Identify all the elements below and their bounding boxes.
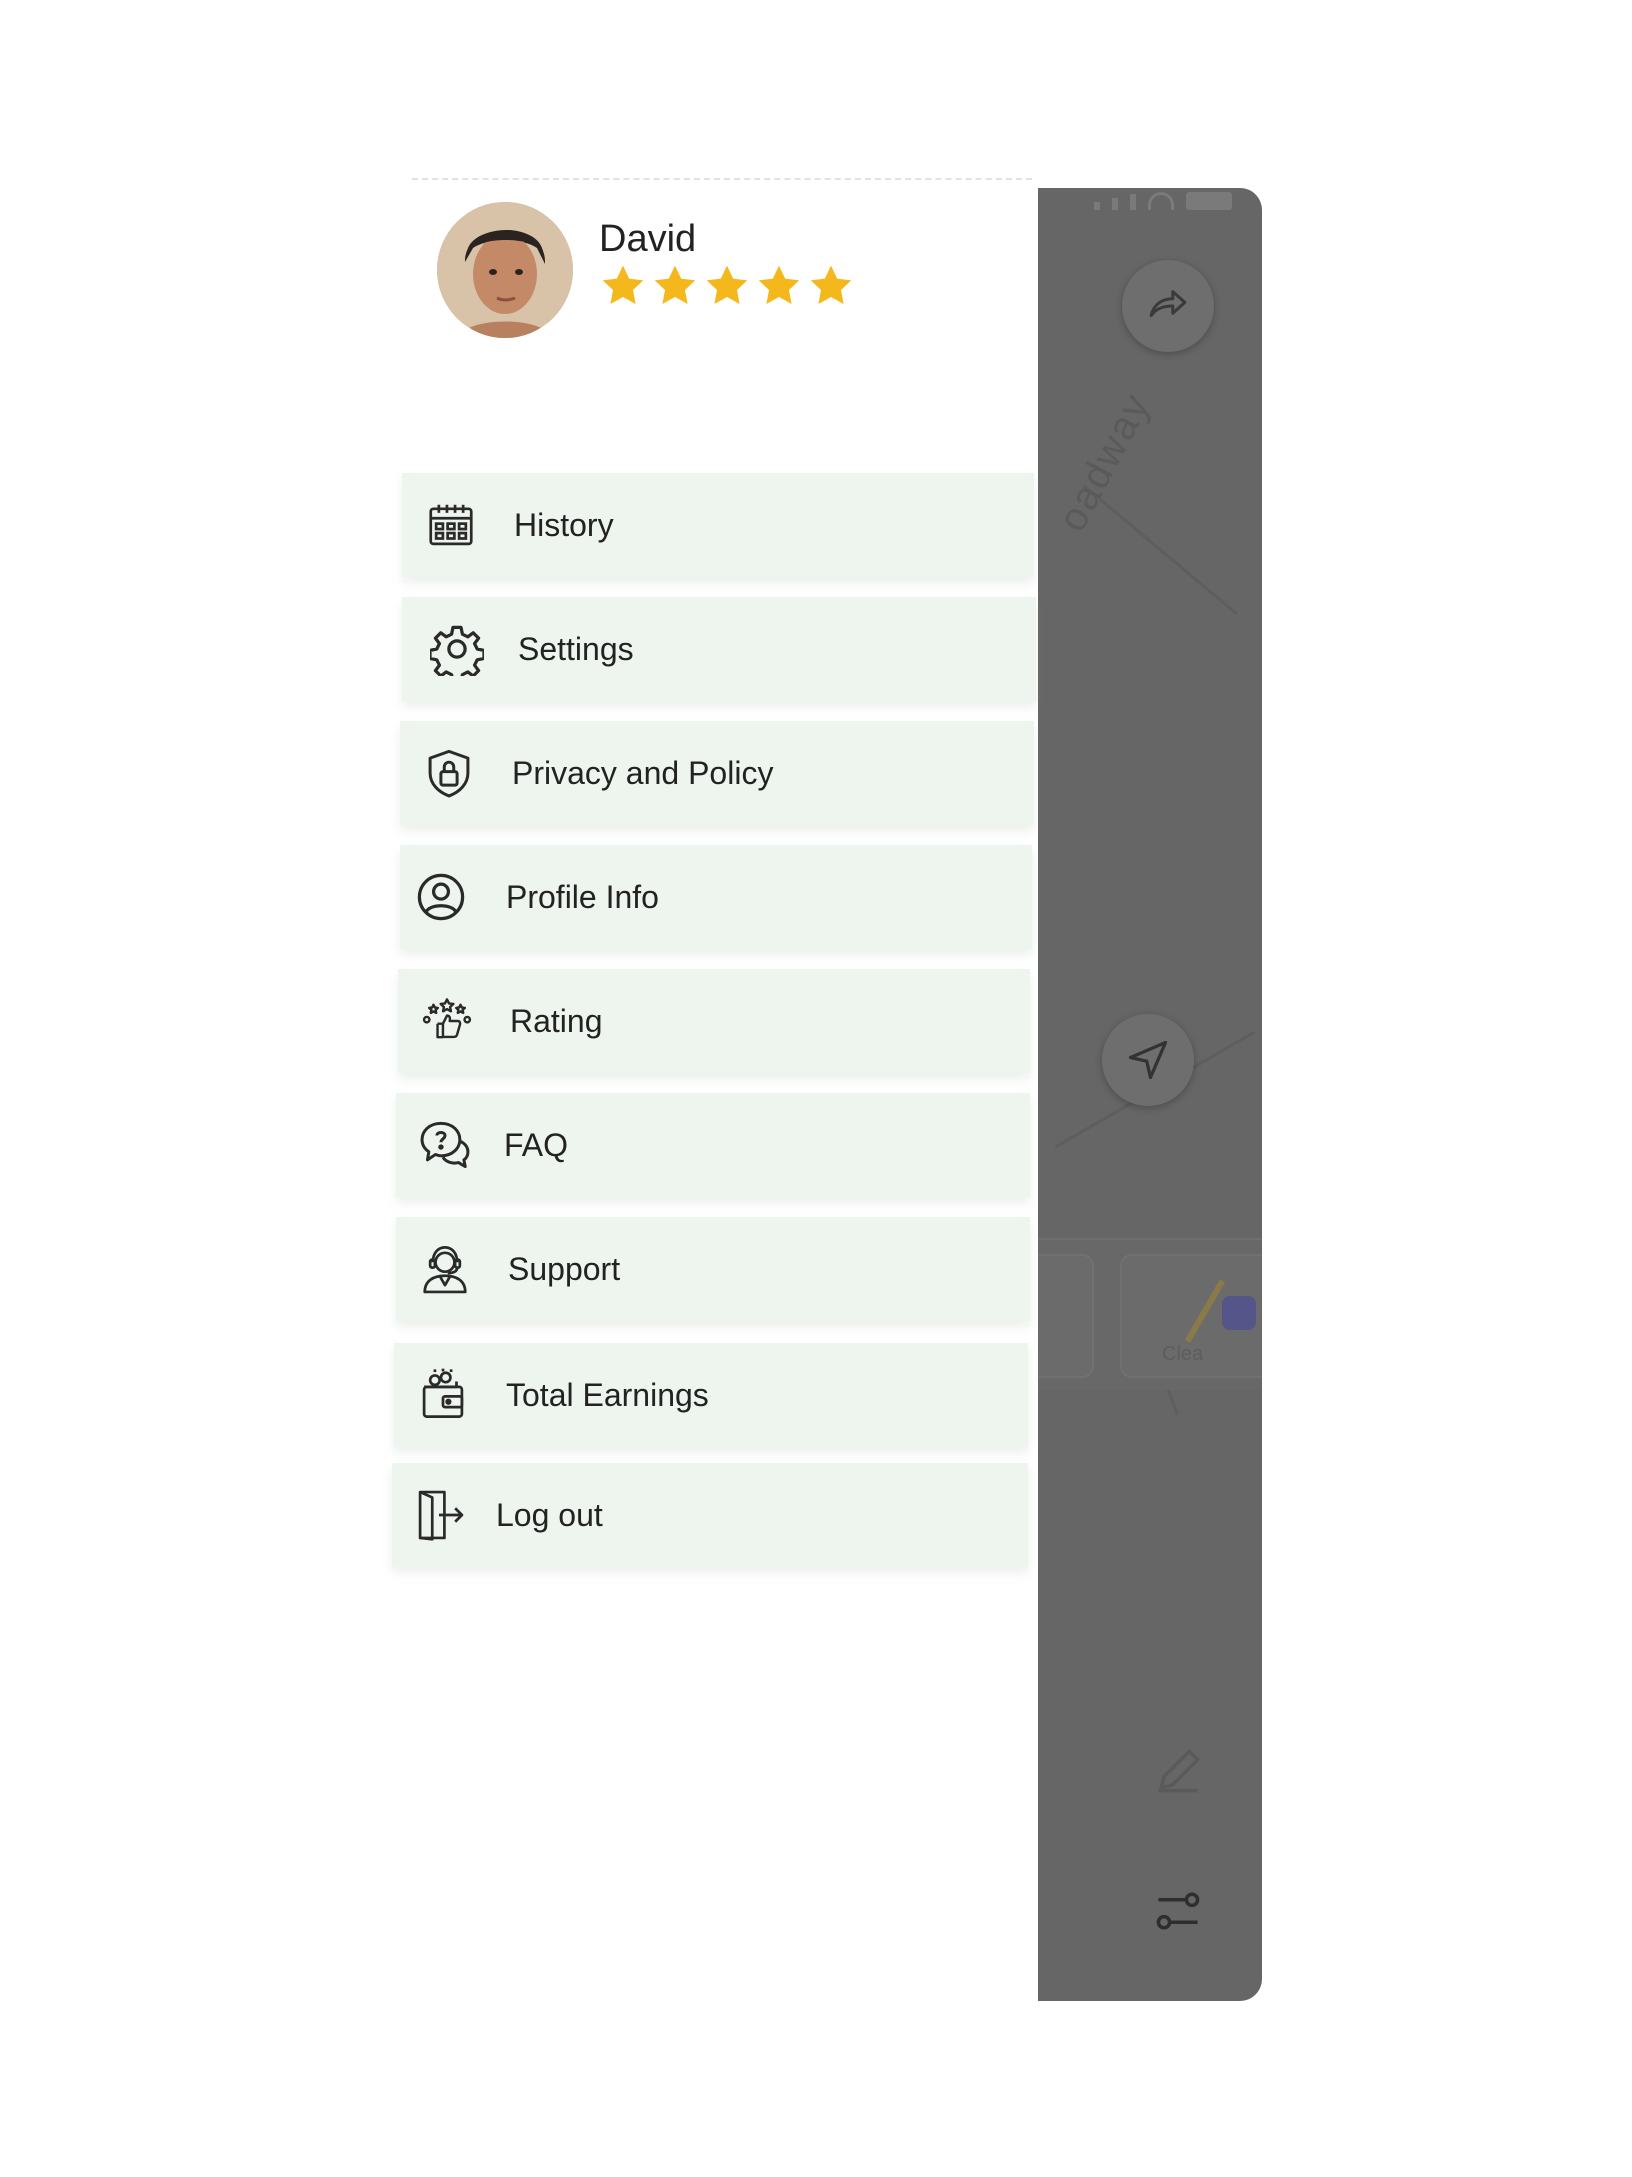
service-card-label: Clea xyxy=(1162,1343,1204,1365)
map-overlay-panel[interactable]: oadway Clea xyxy=(1030,188,1262,2001)
shield-lock-icon xyxy=(422,746,476,800)
user-rating-stars xyxy=(599,262,855,310)
user-circle-icon xyxy=(414,870,468,924)
star-icon xyxy=(654,265,696,304)
drawer-divider xyxy=(412,178,1032,180)
avatar[interactable] xyxy=(437,202,573,338)
share-button[interactable] xyxy=(1122,260,1214,352)
service-card[interactable] xyxy=(1030,1254,1094,1378)
navigation-arrow-icon xyxy=(1128,1040,1168,1080)
menu-item-label: Log out xyxy=(496,1496,603,1533)
menu-item-label: Total Earnings xyxy=(506,1376,709,1413)
menu-item-history[interactable]: History xyxy=(402,473,1034,577)
menu-item-faq[interactable]: FAQ xyxy=(396,1093,1030,1197)
navigation-drawer: David History Settings Privacy and Polic… xyxy=(392,178,1038,2001)
share-arrow-icon xyxy=(1149,290,1187,318)
battery-icon xyxy=(1186,192,1232,210)
signal-icon xyxy=(1112,198,1118,210)
menu-item-privacy-policy[interactable]: Privacy and Policy xyxy=(400,721,1034,825)
star-icon xyxy=(706,265,748,304)
avatar-photo xyxy=(437,202,573,338)
gear-icon xyxy=(430,622,484,676)
star-icon xyxy=(602,265,644,304)
menu-item-total-earnings[interactable]: Total Earnings xyxy=(394,1343,1028,1447)
menu-item-label: Settings xyxy=(518,630,634,667)
route-filter-icon[interactable] xyxy=(1150,1883,1206,1939)
wallet-icon xyxy=(416,1368,470,1422)
star-icon xyxy=(810,265,852,304)
user-name: David xyxy=(599,218,697,260)
signal-icon xyxy=(1130,194,1136,210)
calendar-icon xyxy=(424,498,478,552)
menu-item-rating[interactable]: Rating xyxy=(398,969,1030,1073)
signal-icon xyxy=(1094,202,1100,210)
pencil-icon[interactable] xyxy=(1150,1743,1206,1799)
navigate-button[interactable] xyxy=(1102,1014,1194,1106)
menu-item-support[interactable]: Support xyxy=(396,1217,1030,1321)
bucket-icon xyxy=(1222,1296,1256,1330)
logout-icon xyxy=(412,1488,466,1542)
menu-item-label: FAQ xyxy=(504,1126,569,1163)
support-agent-icon xyxy=(418,1242,472,1296)
mop-icon xyxy=(1184,1279,1226,1343)
menu-item-label: Support xyxy=(508,1250,621,1287)
wifi-icon xyxy=(1148,192,1174,210)
menu-item-label: History xyxy=(514,506,614,543)
map-street-label: oadway xyxy=(1050,385,1160,539)
menu-item-label: Profile Info xyxy=(506,878,659,915)
rating-thumbs-icon xyxy=(420,994,474,1048)
service-cards: Clea xyxy=(1030,1238,1262,1390)
status-bar xyxy=(1094,192,1232,210)
menu-item-logout[interactable]: Log out xyxy=(392,1463,1028,1567)
star-icon xyxy=(758,265,800,304)
menu-item-profile-info[interactable]: Profile Info xyxy=(400,845,1032,949)
faq-chat-icon xyxy=(418,1118,472,1172)
menu-item-label: Privacy and Policy xyxy=(512,754,774,791)
menu-item-label: Rating xyxy=(510,1002,603,1039)
service-card-cleaning[interactable]: Clea xyxy=(1120,1254,1262,1378)
menu-item-settings[interactable]: Settings xyxy=(402,597,1036,701)
